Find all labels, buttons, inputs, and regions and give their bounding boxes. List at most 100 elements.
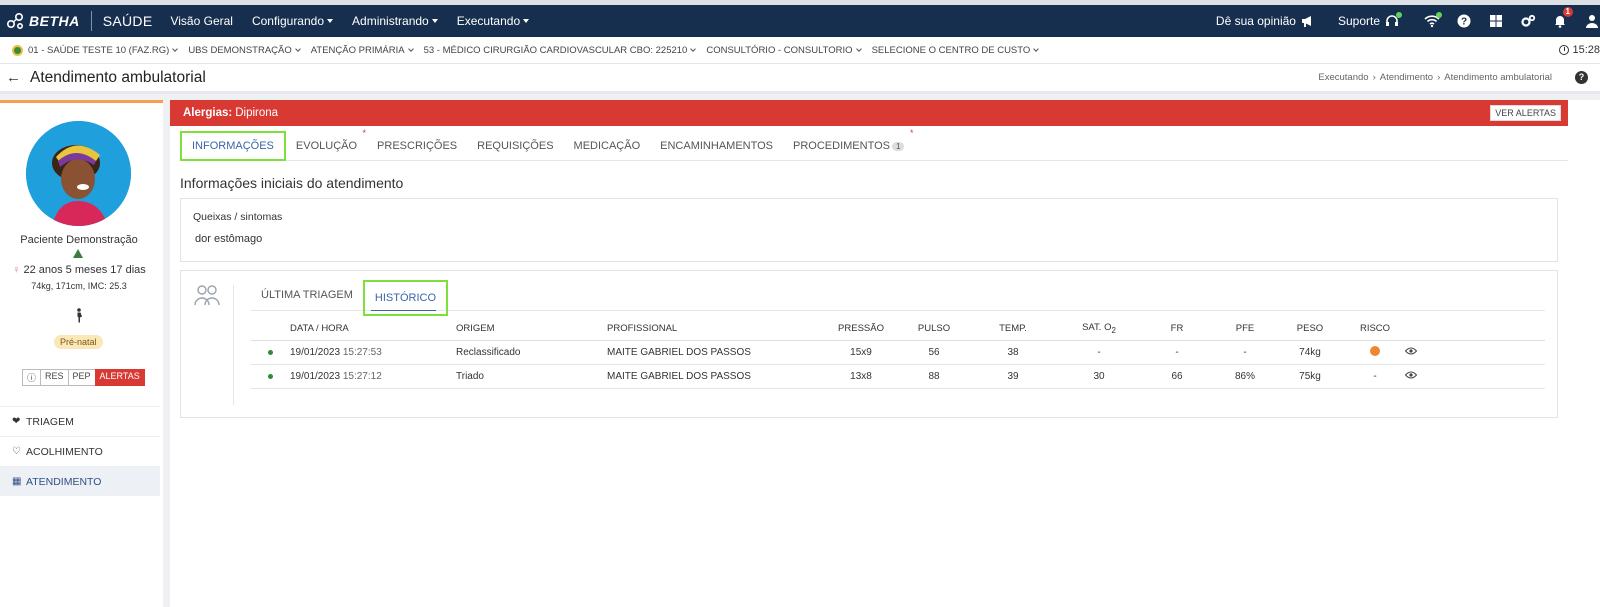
table-row[interactable]: 19/01/2023 15:27:12 Triado MAITE GABRIEL… xyxy=(251,364,1545,389)
user-button[interactable] xyxy=(1584,13,1600,29)
triage-history-table: DATA / HORA ORIGEM PROFISSIONAL PRESSÃO … xyxy=(251,318,1545,389)
wifi-status-button[interactable] xyxy=(1424,12,1442,29)
chevron-down-icon xyxy=(407,45,414,52)
res-button[interactable]: RES xyxy=(40,369,69,386)
chevron-down-icon xyxy=(855,45,862,52)
breadcrumb-separator: › xyxy=(1437,72,1441,83)
tab-medicacao[interactable]: MEDICAÇÃO xyxy=(564,131,651,161)
menu-administrando[interactable]: Administrando xyxy=(352,14,438,28)
table-row[interactable]: 19/01/2023 15:27:53 Reclassificado MAITE… xyxy=(251,340,1545,365)
menu-label: Administrando xyxy=(352,14,429,28)
history-tabs: ÚLTIMA TRIAGEM HISTÓRICO xyxy=(251,280,1545,316)
origin-cell: Reclassificado xyxy=(456,340,607,365)
menu-executando[interactable]: Executando xyxy=(457,14,530,28)
user-icon xyxy=(1586,15,1598,28)
tab-procedimentos[interactable]: PROCEDIMENTOS 1 * xyxy=(783,128,914,161)
context-label: SELECIONE O CENTRO DE CUSTO xyxy=(871,44,1031,56)
chevron-down-icon xyxy=(294,45,301,52)
tab-requisicoes[interactable]: REQUISIÇÕES xyxy=(467,131,563,161)
tab-informacoes[interactable]: INFORMAÇÕES xyxy=(180,131,286,161)
notification-count-badge: 1 xyxy=(1562,7,1573,17)
chevron-down-icon xyxy=(1033,45,1040,52)
menu-visao-geral[interactable]: Visão Geral xyxy=(170,14,232,28)
caret-down-icon xyxy=(327,19,334,23)
tab-label: REQUISIÇÕES xyxy=(477,140,554,152)
betha-logo-icon xyxy=(6,12,24,30)
opinion-label: Dê sua opinião xyxy=(1215,14,1296,28)
alertas-button[interactable]: ALERTAS xyxy=(94,369,145,386)
megaphone-icon xyxy=(1301,16,1311,27)
pressure-cell: 13x8 xyxy=(821,364,901,389)
risk-cell xyxy=(1345,340,1405,365)
tab-evolucao[interactable]: EVOLUÇÃO * xyxy=(286,128,367,161)
brand-divider xyxy=(90,11,92,31)
eye-icon[interactable] xyxy=(1405,347,1417,355)
column-header: PESO xyxy=(1275,318,1345,341)
breadcrumb-item[interactable]: Atendimento xyxy=(1380,72,1433,83)
view-alerts-button[interactable]: VER ALERTAS xyxy=(1490,105,1561,121)
status-cell xyxy=(251,340,290,365)
context-entity-select[interactable]: 01 - SAÚDE TESTE 10 (FAZ.RG) xyxy=(28,45,179,56)
apps-button[interactable] xyxy=(1488,13,1504,29)
context-label: ATENÇÃO PRIMÁRIA xyxy=(310,44,405,56)
allergy-banner: Alergias: Dipirona VER ALERTAS xyxy=(170,100,1568,126)
subscript: 2 xyxy=(1111,326,1116,336)
table-header-row: DATA / HORA ORIGEM PROFISSIONAL PRESSÃO … xyxy=(251,318,1545,341)
tab-encaminhamentos[interactable]: ENCAMINHAMENTOS xyxy=(650,131,783,161)
eye-icon[interactable] xyxy=(1405,371,1417,379)
attendance-tabs: INFORMAÇÕES EVOLUÇÃO * PRESCRIÇÕES REQUIS… xyxy=(180,128,1568,161)
tab-ultima-triagem[interactable]: ÚLTIMA TRIAGEM xyxy=(251,280,363,310)
settings-button[interactable] xyxy=(1520,13,1536,29)
context-unit-select[interactable]: UBS DEMONSTRAÇÃO xyxy=(188,44,301,56)
brand-name: BETHA xyxy=(29,13,80,29)
tab-historico[interactable]: HISTÓRICO xyxy=(362,280,449,316)
sidebar-item-atendimento[interactable]: ▦ ATENDIMENTO xyxy=(0,466,160,496)
pfe-cell: 86% xyxy=(1215,364,1275,389)
main-content: Alergias: Dipirona VER ALERTAS INFORMAÇÕ… xyxy=(170,100,1600,607)
opinion-button[interactable]: Dê sua opinião xyxy=(1216,13,1316,29)
temperature-cell: 38 xyxy=(967,340,1059,365)
risk-cell: - xyxy=(1345,364,1405,389)
clock-time: 15:28 xyxy=(1572,44,1600,56)
support-button[interactable]: Suporte xyxy=(1338,12,1402,29)
help-icon[interactable]: ? xyxy=(1575,71,1588,84)
column-header: PULSO xyxy=(901,318,967,341)
saturation-cell: - xyxy=(1059,340,1139,365)
patient-avatar xyxy=(26,121,131,226)
grid-icon xyxy=(1490,15,1502,27)
people-icon xyxy=(194,285,220,306)
top-navbar: BETHA SAÚDE Visão Geral Configurando Adm… xyxy=(0,5,1600,37)
professional-cell: MAITE GABRIEL DOS PASSOS xyxy=(607,364,821,389)
tab-prescricoes[interactable]: PRESCRIÇÕES xyxy=(367,131,467,161)
breadcrumb-item[interactable]: Executando xyxy=(1318,72,1368,83)
info-button[interactable]: ⓘ xyxy=(22,369,42,386)
help-button[interactable]: ? xyxy=(1456,13,1472,29)
patient-age-value: 22 anos 5 meses 17 dias xyxy=(23,264,146,276)
menu-configurando[interactable]: Configurando xyxy=(252,14,334,28)
warning-icon[interactable] xyxy=(73,249,83,258)
status-cell xyxy=(251,364,290,389)
context-cost-center-select[interactable]: SELECIONE O CENTRO DE CUSTO xyxy=(871,44,1040,56)
sidebar-item-triagem[interactable]: ❤ TRIAGEM xyxy=(0,406,160,436)
sidebar-item-acolhimento[interactable]: ♡ ACOLHIMENTO xyxy=(0,436,160,466)
gears-icon xyxy=(1521,14,1536,27)
triage-history-panel: ÚLTIMA TRIAGEM HISTÓRICO DATA / HORA ORI… xyxy=(180,270,1558,418)
column-header-text: SAT. O xyxy=(1082,322,1112,334)
status-column-header xyxy=(251,318,290,341)
pep-button[interactable]: PEP xyxy=(67,369,96,386)
context-professional-select[interactable]: 53 - MÉDICO CIRURGIÃO CARDIOVASCULAR CBO… xyxy=(424,45,697,56)
pregnant-icon xyxy=(77,308,82,323)
notifications-button[interactable]: 1 xyxy=(1552,7,1573,29)
context-room-select[interactable]: CONSULTÓRIO - CONSULTORIO xyxy=(706,45,862,56)
fr-cell: 66 xyxy=(1139,364,1215,389)
breadcrumb: Executando › Atendimento › Atendimento amb… xyxy=(1314,72,1552,83)
municipality-crest-icon xyxy=(12,44,23,56)
tab-label: INFORMAÇÕES xyxy=(192,140,274,152)
context-care-level-select[interactable]: ATENÇÃO PRIMÁRIA xyxy=(310,44,414,56)
online-indicator xyxy=(1396,12,1402,18)
back-arrow-icon[interactable]: ← xyxy=(6,69,21,86)
logo[interactable]: BETHA SAÚDE xyxy=(6,11,152,31)
datetime-cell: 19/01/2023 15:27:53 xyxy=(290,340,456,365)
context-label: UBS DEMONSTRAÇÃO xyxy=(188,44,292,56)
pfe-cell: - xyxy=(1215,340,1275,365)
